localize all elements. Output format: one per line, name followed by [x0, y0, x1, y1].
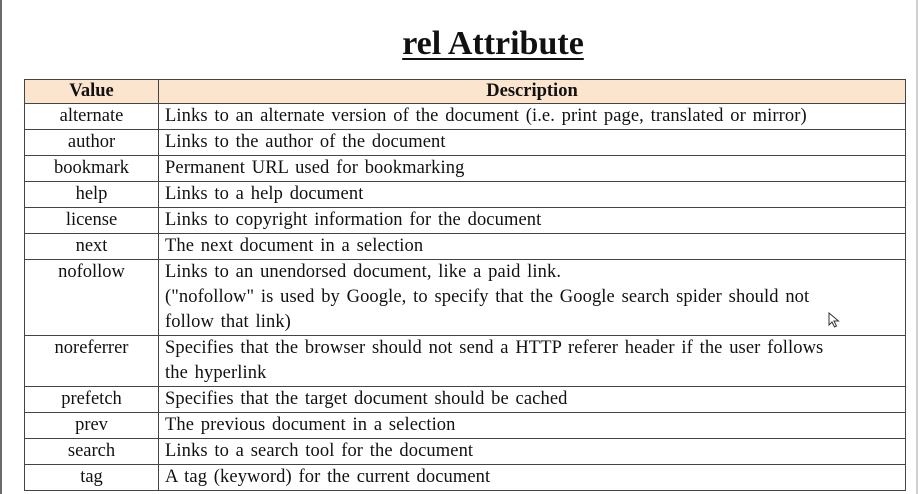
rel-value-cell: noreferrer: [24, 335, 159, 387]
page-title-text: rel Attribute: [402, 25, 584, 62]
rel-description-cell: Permanent URL used for bookmarking: [158, 155, 906, 182]
table-row: nofollow Links to an unendorsed document,…: [24, 259, 906, 336]
table-row: next The next document in a selection: [24, 233, 906, 260]
rel-description-cell: Links to the author of the document: [158, 129, 906, 156]
rel-description-cell: Links to an unendorsed document, like a …: [158, 259, 906, 336]
table-row: prefetch Specifies that the target docume…: [24, 386, 906, 413]
rel-description-cell: Links to an alternate version of the doc…: [158, 103, 906, 130]
table-row: search Links to a search tool for the doc…: [24, 438, 906, 465]
description-line: The previous document in a selection: [165, 415, 456, 435]
description-line: ("nofollow" is used by Google, to specif…: [165, 287, 810, 307]
rel-description-cell: The next document in a selection: [158, 233, 906, 260]
description-line: Specifies that the browser should not se…: [165, 338, 824, 358]
page-title: rel Attribute: [0, 24, 918, 64]
rel-value-cell: search: [24, 438, 159, 465]
rel-value-cell: nofollow: [24, 259, 159, 336]
rel-value-cell: license: [24, 207, 159, 234]
description-line: The next document in a selection: [165, 236, 424, 256]
description-line: Links to copyright information for the d…: [165, 210, 542, 230]
table-row: prev The previous document in a selection: [24, 412, 906, 439]
rel-value-cell: alternate: [24, 103, 159, 130]
table-row: tag A tag (keyword) for the current docum…: [24, 464, 906, 491]
description-line: the hyperlink: [165, 363, 267, 383]
description-line: Links to the author of the document: [165, 132, 446, 152]
description-line: follow that link): [165, 312, 291, 332]
column-header-value: Value: [24, 79, 159, 104]
rel-value-cell: prefetch: [24, 386, 159, 413]
rel-description-cell: Specifies that the browser should not se…: [158, 335, 906, 387]
rel-description-cell: Links to copyright information for the d…: [158, 207, 906, 234]
rel-value-cell: tag: [24, 464, 159, 491]
slide-left-edge: [0, 0, 2, 494]
rel-attribute-table: Value Description alternate Links to an a…: [24, 79, 906, 491]
table-body: alternate Links to an alternate version o…: [24, 103, 906, 491]
table-row: author Links to the author of the documen…: [24, 129, 906, 156]
table-row: bookmark Permanent URL used for bookmarki…: [24, 155, 906, 182]
description-line: Links to a help document: [165, 184, 364, 204]
rel-description-cell: Links to a help document: [158, 181, 906, 208]
description-line: Permanent URL used for bookmarking: [165, 158, 465, 178]
rel-value-cell: author: [24, 129, 159, 156]
column-header-description: Description: [158, 79, 906, 104]
description-line: Links to a search tool for the document: [165, 441, 474, 461]
table-row: license Links to copyright information fo…: [24, 207, 906, 234]
table-header-row: Value Description: [24, 79, 906, 104]
table-row: noreferrer Specifies that the browser sho…: [24, 335, 906, 387]
table-row: help Links to a help document: [24, 181, 906, 208]
rel-value-cell: bookmark: [24, 155, 159, 182]
rel-value-cell: help: [24, 181, 159, 208]
description-line: Links to an unendorsed document, like a …: [165, 262, 562, 282]
rel-description-cell: Specifies that the target document shoul…: [158, 386, 906, 413]
mouse-pointer-icon: [828, 312, 840, 328]
rel-value-cell: prev: [24, 412, 159, 439]
rel-description-cell: A tag (keyword) for the current document: [158, 464, 906, 491]
description-line: Links to an alternate version of the doc…: [165, 106, 807, 126]
rel-description-cell: Links to a search tool for the document: [158, 438, 906, 465]
table-row: alternate Links to an alternate version o…: [24, 103, 906, 130]
description-line: A tag (keyword) for the current document: [165, 467, 491, 487]
rel-description-cell: The previous document in a selection: [158, 412, 906, 439]
rel-value-cell: next: [24, 233, 159, 260]
description-line: Specifies that the target document shoul…: [165, 389, 568, 409]
